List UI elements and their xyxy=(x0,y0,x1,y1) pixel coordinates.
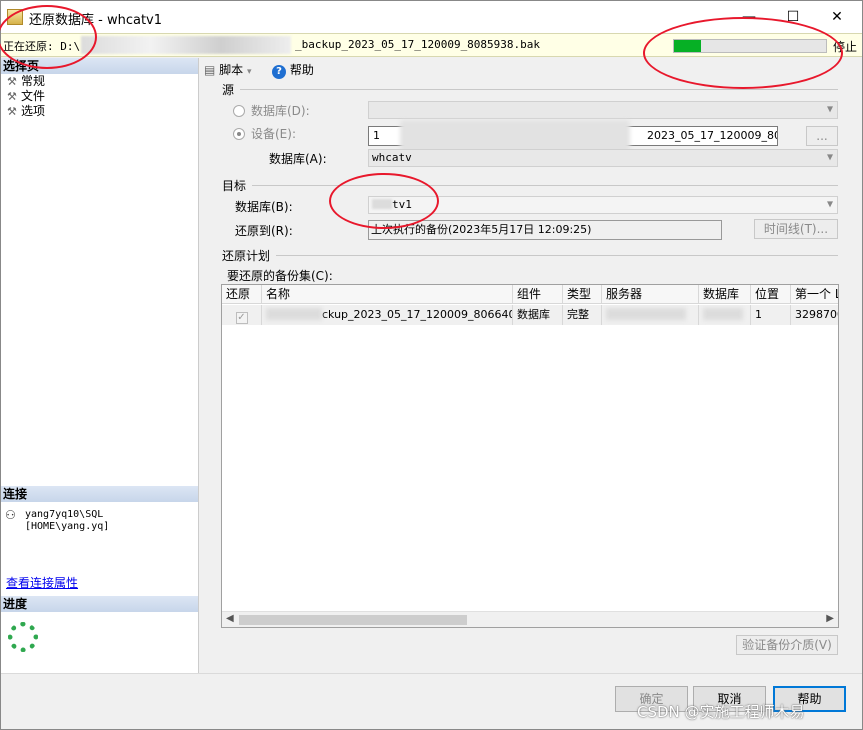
connection-server: yang7yq10\SQL xyxy=(25,509,104,520)
row-component-cell: 数据库 xyxy=(513,305,563,325)
scroll-left-icon[interactable]: ◀ xyxy=(226,613,234,624)
redacted-database xyxy=(703,308,743,320)
source-db-label: 数据库(A): xyxy=(269,152,327,166)
col-server[interactable]: 服务器 xyxy=(602,285,699,304)
page-files[interactable]: ⚒ 文件 xyxy=(1,89,198,104)
redacted-path xyxy=(81,36,291,54)
help-icon: ? xyxy=(272,65,286,79)
annotation-circle-progress xyxy=(643,17,843,89)
row-name-cell: ckup_2023_05_17_120009_8066406 xyxy=(262,305,513,325)
row-server-cell xyxy=(602,305,699,325)
wrench-icon: ⚒ xyxy=(7,90,17,103)
wrench-icon: ⚒ xyxy=(7,75,17,88)
checkbox-checked-icon[interactable]: ✓ xyxy=(235,312,248,324)
col-name[interactable]: 名称 xyxy=(262,285,513,304)
backup-sets-grid: 还原 名称 组件 类型 服务器 数据库 位置 第一个 L ✓ ckup_2023… xyxy=(221,284,839,628)
plan-section-title: 还原计划 xyxy=(222,249,271,263)
scrollbar-thumb[interactable] xyxy=(239,615,467,625)
page-options[interactable]: ⚒ 选项 xyxy=(1,104,198,119)
csdn-watermark: CSDN @实施工程师木易 xyxy=(637,703,805,721)
source-db-value: whcatv xyxy=(372,151,412,164)
col-database[interactable]: 数据库 xyxy=(699,285,751,304)
help-toolbar-button[interactable]: ? 帮助 xyxy=(272,61,314,79)
page-general[interactable]: ⚒ 常规 xyxy=(1,74,198,89)
chevron-down-icon: ▼ xyxy=(826,104,833,115)
view-connection-properties-link[interactable]: 查看连接属性 xyxy=(6,574,78,591)
restore-to-label: 还原到(R): xyxy=(235,224,293,238)
script-label: 脚本 xyxy=(219,63,244,77)
source-database-radio-label: 数据库(D): xyxy=(251,104,310,118)
target-db-label: 数据库(B): xyxy=(235,200,293,214)
col-first-lsn[interactable]: 第一个 L xyxy=(791,285,838,304)
grid-horizontal-scrollbar[interactable]: ◀ ▶ xyxy=(222,611,838,627)
row-restore-cell[interactable]: ✓ xyxy=(222,305,262,325)
left-pane: 选择页 ⚒ 常规 ⚒ 文件 ⚒ 选项 连接 ⚇ yang7yq10\SQL [HOME… xyxy=(1,58,199,673)
row-name-value: ckup_2023_05_17_120009_8066406 xyxy=(322,308,513,321)
source-db-combo[interactable]: whcatv ▼ xyxy=(368,149,838,167)
restore-database-dialog: 还原数据库 - whcatv1 — ☐ ✕ 正在还原: D:\ _backup_… xyxy=(0,0,863,730)
redacted-name xyxy=(266,308,322,320)
page-options-label: 选项 xyxy=(21,104,46,118)
restore-to-field[interactable]: 上次执行的备份(2023年5月17日 12:09:25) xyxy=(368,220,722,240)
target-section-title: 目标 xyxy=(222,179,247,193)
col-position[interactable]: 位置 xyxy=(751,285,791,304)
main-pane: ▤ 脚本 ▾ ? 帮助 源 数据库(D): ▼ 设备(E): 1 2023_05… xyxy=(200,58,862,673)
source-device-value: 2023_05_17_120009_8085 xyxy=(647,129,777,142)
source-divider xyxy=(240,89,838,90)
backup-sets-label: 要还原的备份集(C): xyxy=(227,269,333,283)
plan-divider xyxy=(276,255,838,256)
grid-header: 还原 名称 组件 类型 服务器 数据库 位置 第一个 L xyxy=(222,285,838,304)
script-icon: ▤ xyxy=(204,63,216,77)
chevron-down-icon: ▼ xyxy=(826,152,833,163)
progress-spinner-icon xyxy=(8,622,38,652)
connection-header: 连接 xyxy=(1,486,198,502)
source-section-title: 源 xyxy=(222,83,235,97)
page-general-label: 常规 xyxy=(21,74,46,88)
status-file-name: _backup_2023_05_17_120009_8085938.bak xyxy=(295,38,541,51)
browse-device-button[interactable]: ... xyxy=(806,126,838,146)
wrench-icon: ⚒ xyxy=(7,105,17,118)
col-component[interactable]: 组件 xyxy=(513,285,563,304)
row-position-cell: 1 xyxy=(751,305,791,325)
help-toolbar-label: 帮助 xyxy=(289,63,314,77)
annotation-circle-path xyxy=(0,5,97,69)
source-device-radio[interactable]: 设备(E): xyxy=(233,125,296,142)
progress-header: 进度 xyxy=(1,596,198,612)
chevron-down-icon: ▾ xyxy=(247,67,252,77)
radio-selected-icon xyxy=(233,128,245,140)
connection-icon: ⚇ xyxy=(5,508,16,522)
source-device-radio-label: 设备(E): xyxy=(251,127,296,141)
col-type[interactable]: 类型 xyxy=(563,285,602,304)
source-database-combo[interactable]: ▼ xyxy=(368,101,838,119)
verify-backup-media-button[interactable]: 验证备份介质(V) xyxy=(736,635,838,655)
redacted-server xyxy=(606,308,686,320)
annotation-circle-target-db xyxy=(329,173,439,229)
row-type-cell: 完整 xyxy=(563,305,602,325)
radio-icon xyxy=(233,105,245,117)
row-first-lsn-cell: 3298700 xyxy=(791,305,838,325)
col-restore[interactable]: 还原 xyxy=(222,285,262,304)
script-button[interactable]: ▤ 脚本 ▾ xyxy=(204,61,252,78)
chevron-down-icon: ▼ xyxy=(826,199,833,210)
source-database-radio[interactable]: 数据库(D): xyxy=(233,102,310,119)
connection-user: [HOME\yang.yq] xyxy=(25,521,110,532)
table-row[interactable]: ✓ ckup_2023_05_17_120009_8066406 数据库 完整 … xyxy=(222,305,838,325)
row-database-cell xyxy=(699,305,751,325)
close-button[interactable]: ✕ xyxy=(817,5,857,29)
scroll-right-icon[interactable]: ▶ xyxy=(826,613,834,624)
page-files-label: 文件 xyxy=(21,89,46,103)
timeline-button[interactable]: 时间线(T)... xyxy=(754,219,838,239)
